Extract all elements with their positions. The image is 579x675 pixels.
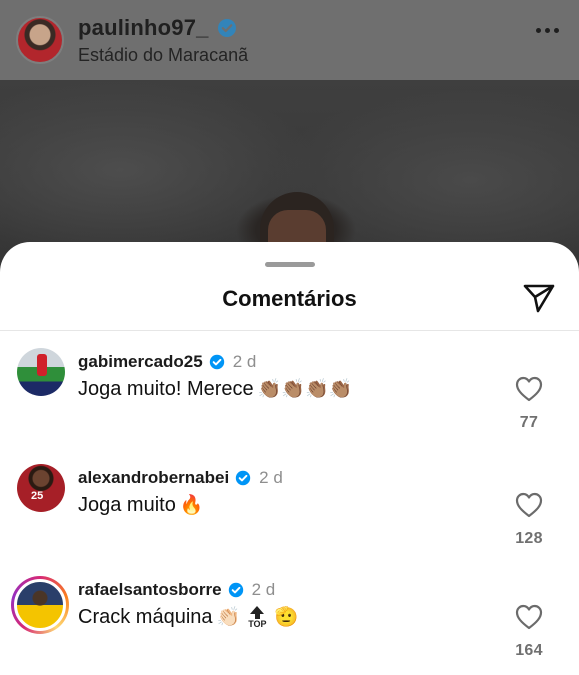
clapping-hands-emoji: 👏🏽👏🏽👏🏽👏🏽 [257, 379, 353, 400]
comment-text: Joga muito [78, 494, 176, 516]
like-count: 77 [519, 414, 539, 431]
heart-icon[interactable] [515, 376, 543, 402]
heart-icon[interactable] [515, 492, 543, 518]
comment-time: 2 d [232, 352, 257, 371]
comment-item: rafaelsantosborre 2 d Crack máquina 👏🏻 T… [0, 576, 579, 675]
comment-text-row: Crack máquina 👏🏻 TOP 🫡 [78, 606, 298, 629]
commenter-username[interactable]: alexandrobernabei [78, 468, 229, 488]
comment-text-row: Joga muito! Merece 👏🏽👏🏽👏🏽👏🏽 [78, 378, 352, 401]
verified-badge-icon [209, 354, 224, 370]
post-author-avatar[interactable] [16, 16, 64, 64]
comments-title: Comentários [222, 286, 357, 311]
more-options-icon[interactable] [536, 28, 559, 33]
commenter-avatar[interactable] [17, 348, 65, 396]
sheet-drag-handle[interactable] [265, 262, 315, 267]
comment-text: Joga muito! Merece [78, 378, 254, 400]
post-username[interactable]: paulinho97_ [78, 15, 209, 41]
post-header: paulinho97_ Estádio do Maracanã [0, 0, 579, 80]
verified-badge-icon [228, 582, 243, 598]
share-direct-icon[interactable] [521, 280, 557, 316]
top-arrow-icon: TOP [248, 606, 267, 629]
sheet-divider [0, 330, 579, 331]
comment-text: Crack máquina [78, 606, 213, 628]
like-control: 128 [507, 492, 551, 548]
comment-time: 2 d [259, 468, 283, 487]
fire-emoji: 🔥 [179, 495, 204, 516]
comment-text-row: Joga muito 🔥 [78, 494, 283, 517]
like-count: 164 [515, 642, 543, 659]
post-location[interactable]: Estádio do Maracanã [78, 45, 248, 66]
comment-item: gabimercado25 2 d Joga muito! Merece 👏🏽👏… [0, 348, 579, 458]
like-control: 77 [507, 376, 551, 432]
commenter-username[interactable]: rafaelsantosborre [78, 580, 222, 600]
verified-badge-icon [217, 18, 236, 37]
commenter-avatar [14, 579, 66, 631]
like-count: 128 [515, 530, 543, 547]
like-control: 164 [507, 604, 551, 660]
verified-badge-icon [235, 470, 251, 486]
clapping-hands-emoji: 👏🏻 [216, 607, 241, 628]
saluting-face-emoji: 🫡 [274, 607, 299, 628]
heart-icon[interactable] [515, 604, 543, 630]
commenter-username[interactable]: gabimercado25 [78, 352, 203, 372]
comment-time: 2 d [251, 580, 276, 599]
commenter-avatar-story-ring[interactable] [11, 576, 69, 634]
commenter-avatar[interactable]: 25 [17, 464, 65, 512]
post-author-info: paulinho97_ Estádio do Maracanã [78, 15, 248, 66]
comments-sheet: Comentários gabimercado25 2 d Joga muito… [0, 242, 579, 675]
comment-item: 25 alexandrobernabei 2 d Joga muito 🔥 12… [0, 464, 579, 574]
